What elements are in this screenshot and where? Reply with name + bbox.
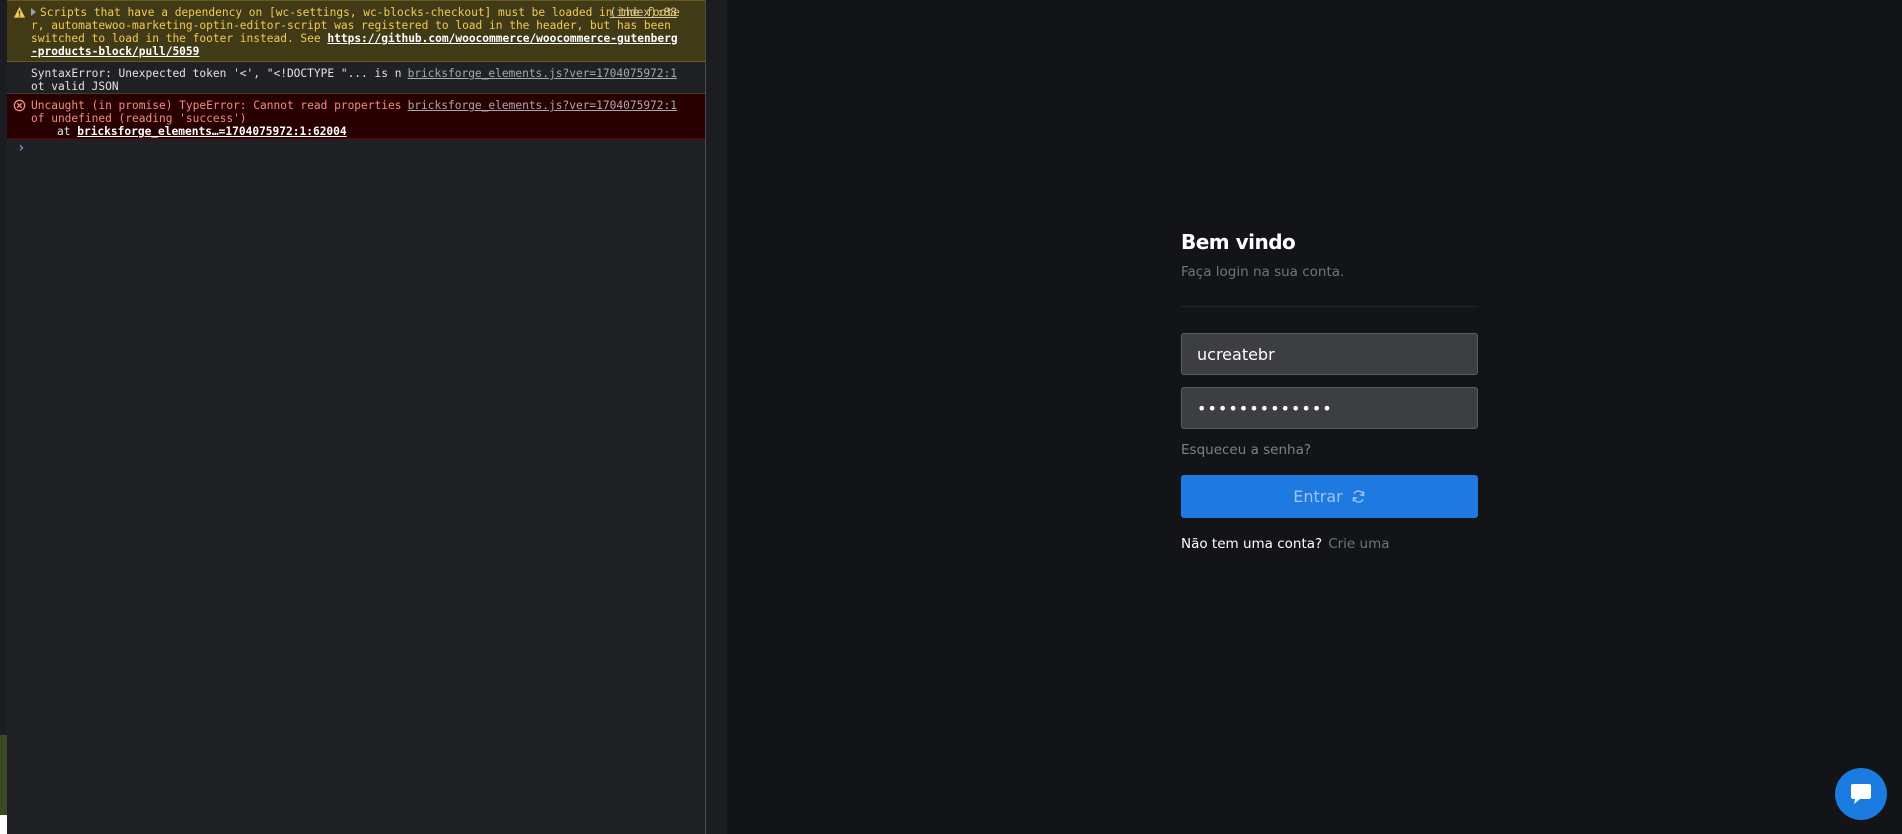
password-value: ••••••••••••• — [1197, 398, 1333, 418]
submit-button[interactable]: Entrar — [1181, 475, 1478, 518]
refresh-icon — [1352, 490, 1365, 503]
console-warning-message[interactable]: Scripts that have a dependency on [wc-se… — [7, 0, 705, 62]
error-icon — [13, 99, 26, 112]
signup-prompt: Não tem uma conta? — [1181, 536, 1323, 552]
forgot-password-link[interactable]: Esqueceu a senha? — [1181, 442, 1478, 458]
login-subtitle: Faça login na sua conta. — [1181, 264, 1345, 280]
warning-icon — [13, 6, 26, 18]
stack-prefix: at — [57, 125, 78, 138]
login-form: Bem vindo Faça login na sua conta. ucrea… — [1181, 230, 1478, 552]
panel-divider[interactable] — [706, 0, 727, 834]
console-stack-link[interactable]: bricksforge_elements…=1704075972:1:62004 — [77, 125, 346, 138]
username-input[interactable]: ucreatebr — [1181, 333, 1478, 375]
login-title: Bem vindo — [1181, 230, 1296, 254]
console-prompt[interactable]: › — [7, 139, 705, 155]
chat-button[interactable] — [1835, 768, 1887, 820]
prompt-chevron-icon: › — [17, 140, 26, 156]
password-input[interactable]: ••••••••••••• — [1181, 387, 1478, 429]
console-error-message[interactable]: Uncaught (in promise) TypeError: Cannot … — [7, 94, 705, 139]
console-source-link[interactable]: bricksforge_elements.js?ver=1704075972:1 — [408, 67, 677, 80]
console-error-text: Uncaught (in promise) TypeError: Cannot … — [31, 99, 409, 125]
chat-icon — [1851, 784, 1871, 804]
console-source-link[interactable]: bricksforge_elements.js?ver=1704075972:1 — [408, 99, 677, 112]
console-source-link[interactable]: (index):88 — [610, 6, 677, 19]
console-error-stack: at bricksforge_elements…=1704075972:1:62… — [31, 125, 695, 138]
console-log-message[interactable]: SyntaxError: Unexpected token '<', "<!DO… — [7, 62, 705, 94]
devtools-console: Scripts that have a dependency on [wc-se… — [7, 0, 706, 834]
divider — [1181, 306, 1478, 307]
username-value: ucreatebr — [1197, 344, 1275, 364]
expand-triangle-icon[interactable] — [31, 8, 36, 16]
signup-row: Não tem uma conta? Crie uma — [1181, 536, 1478, 552]
signup-link[interactable]: Crie uma — [1328, 536, 1389, 552]
submit-button-label: Entrar — [1293, 487, 1343, 506]
console-log-text: SyntaxError: Unexpected token '<', "<!DO… — [31, 67, 402, 93]
